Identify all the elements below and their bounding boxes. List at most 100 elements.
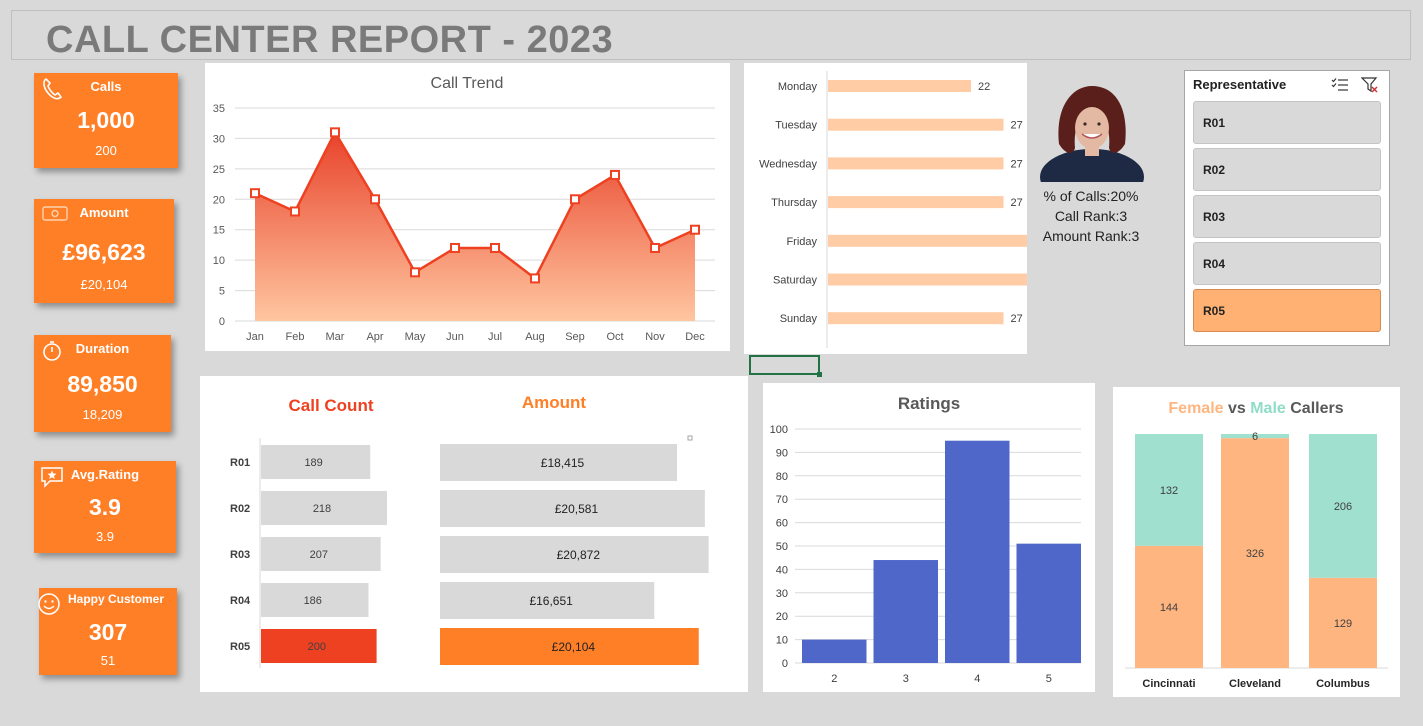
ratings-bar (873, 560, 938, 663)
rep-label: R04 (230, 595, 251, 607)
trend-y-tick: 0 (219, 316, 225, 328)
trend-y-tick: 20 (213, 194, 225, 206)
weekday-bar (828, 234, 1036, 247)
call-trend-panel: Call Trend 0 5 10 15 20 25 30 35 Jan Feb Mar Apr May… (205, 63, 730, 351)
kpi-duration-sub: 18,209 (82, 407, 123, 422)
weekday-panel: Monday 22 Tuesday 27 Wednesday 27 Thursday 27 Fr… (744, 63, 1094, 354)
trend-point (570, 194, 580, 205)
slicer-item-r04[interactable]: R04 (1193, 242, 1381, 285)
report-title: CALL CENTER REPORT - 2023 (46, 19, 614, 61)
ratings-x-tick: 3 (903, 673, 909, 685)
weekday-value: 27 (1011, 313, 1023, 325)
ratings-panel: Ratings 0 10 20 30 40 50 60 70 80 90 100 2 3 4 5 (763, 383, 1095, 692)
clear-filter-icon[interactable] (1361, 76, 1379, 94)
ratings-x-tick: 2 (831, 673, 837, 685)
rep-performance-panel: Call Count Amount R01 189 £18,415 R02 218 £20… (200, 376, 748, 692)
slicer-item-r01[interactable]: R01 (1193, 101, 1381, 144)
trend-y-tick: 35 (213, 103, 225, 115)
rep-performance-chart: Call Count Amount R01 189 £18,415 R02 218 £20… (230, 393, 709, 668)
male-value: 6 (1252, 431, 1258, 443)
trend-point (650, 242, 660, 253)
ratings-y-tick: 10 (776, 635, 788, 647)
kpi-rating-card: Avg.Rating 3.9 3.9 (34, 461, 176, 553)
amount-value: £20,581 (555, 502, 599, 516)
trend-point (530, 273, 540, 284)
rep-label: R03 (230, 549, 250, 561)
rep-label: R01 (230, 457, 250, 469)
gender-title-vs: vs (1224, 400, 1251, 417)
weekday-label: Monday (778, 81, 818, 93)
trend-x-tick: Aug (525, 331, 545, 343)
trend-y-tick: 15 (213, 225, 225, 237)
kpi-happy-sub: 51 (100, 653, 116, 668)
weekday-value: 27 (1011, 120, 1023, 132)
slicer-item-r05[interactable]: R05 (1193, 289, 1381, 332)
ratings-x-tick: 4 (974, 673, 980, 685)
weekday-bar (828, 80, 971, 92)
multi-select-icon[interactable] (1331, 77, 1349, 93)
rep-label: R05 (230, 641, 250, 653)
trend-point (250, 188, 260, 199)
kpi-duration-card: Duration 89,850 18,209 (34, 335, 171, 432)
amount-value: £20,104 (552, 640, 596, 654)
kpi-calls-card: Calls 1,000 200 (34, 73, 178, 168)
trend-point (330, 127, 340, 138)
weekday-label: Sunday (780, 313, 818, 325)
representative-slicer: Representative R01 R02 R03 R04 R05 (1184, 70, 1390, 346)
trend-x-tick: Jun (446, 331, 464, 343)
kpi-duration-label: Duration (75, 341, 130, 356)
rep-call-rank: Call Rank:3 (1054, 208, 1128, 224)
gender-x-tick: Cincinnati (1142, 678, 1195, 690)
kpi-amount-value: £96,623 (62, 239, 146, 265)
gender-callers-chart: Female vs Male Callers 132 144 Cincinnati 6… (1125, 400, 1388, 690)
call-count-value: 218 (313, 503, 331, 515)
call-count-value: 186 (304, 595, 322, 607)
trend-point (610, 169, 620, 180)
rep-pct-calls: % of Calls:20% (1043, 188, 1139, 204)
ratings-bar (1016, 543, 1081, 663)
gender-x-tick: Columbus (1316, 678, 1370, 690)
kpi-rating-sub: 3.9 (95, 529, 115, 544)
weekday-label: Friday (786, 236, 817, 248)
trend-point (690, 224, 700, 235)
gender-title-female: Female (1168, 400, 1223, 417)
female-value: 326 (1246, 548, 1264, 560)
call-count-title: Call Count (289, 396, 374, 415)
weekday-bar (828, 273, 1075, 286)
amount-value: £16,651 (529, 594, 573, 608)
trend-point (410, 267, 420, 278)
ratings-x-tick: 5 (1046, 673, 1052, 685)
kpi-happy-value: 307 (88, 619, 128, 645)
trend-point (370, 194, 380, 205)
weekday-bar (828, 157, 1004, 170)
kpi-happy-card: Happy Customer 307 51 (38, 588, 177, 675)
ratings-y-tick: 60 (776, 518, 788, 530)
kpi-amount-card: Amount £96,623 £20,104 (34, 199, 174, 303)
weekday-value: 27 (1011, 197, 1023, 209)
kpi-amount-sub: £20,104 (80, 277, 128, 292)
kpi-happy-label: Happy Customer (67, 592, 165, 606)
ratings-y-tick: 0 (782, 658, 788, 670)
ratings-bar (802, 639, 867, 663)
kpi-duration-value: 89,850 (67, 371, 138, 397)
weekday-label: Saturday (773, 275, 818, 287)
kpi-calls-sub: 200 (95, 143, 117, 158)
weekday-label: Wednesday (759, 158, 817, 170)
weekday-bar (828, 118, 1004, 131)
cell-selection-box[interactable] (749, 355, 822, 377)
call-count-value: 200 (308, 641, 326, 653)
gender-title-rest: Callers (1286, 400, 1344, 417)
trend-point (290, 206, 300, 217)
female-value: 129 (1334, 618, 1352, 630)
amount-title: Amount (522, 393, 587, 412)
trend-point (490, 242, 500, 253)
ratings-chart: Ratings 0 10 20 30 40 50 60 70 80 90 100 2 3 4 5 (770, 394, 1081, 685)
ratings-y-tick: 100 (770, 424, 788, 436)
slicer-item-r02[interactable]: R02 (1193, 148, 1381, 191)
call-trend-title: Call Trend (431, 75, 504, 92)
trend-y-tick: 5 (219, 286, 225, 298)
male-value: 132 (1160, 485, 1178, 497)
slicer-item-r03[interactable]: R03 (1193, 195, 1381, 238)
representative-avatar (1040, 86, 1144, 182)
call-count-value: 207 (310, 549, 328, 561)
